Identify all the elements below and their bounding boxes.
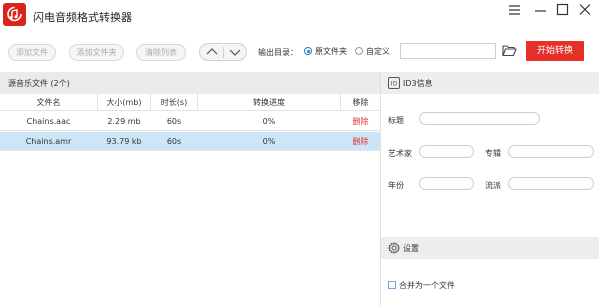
add-file-button[interactable]: 添加文件 (8, 44, 56, 61)
radio-custom[interactable] (355, 47, 363, 55)
col-remove[interactable]: 移除 (341, 94, 380, 111)
app-title: 闪电音频格式转换器 (33, 11, 132, 24)
settings-header: 设置 (381, 237, 599, 259)
divider (223, 47, 224, 58)
row-progress: 0% (262, 117, 276, 126)
merge-label[interactable]: 合并为一个文件 (399, 280, 455, 291)
col-duration[interactable]: 时长(s) (151, 94, 197, 111)
file-list-header: 源音乐文件 (2个) (0, 72, 380, 94)
row-duration: 60s (166, 117, 182, 126)
move-up-icon[interactable] (206, 47, 218, 57)
panel-divider (380, 72, 381, 306)
table-header: 文件名 大小(mb) 时长(s) 转换进度 移除 (0, 94, 380, 111)
row-filename: Chains.aac (26, 117, 71, 126)
settings-gear-icon (387, 242, 401, 254)
col-filename[interactable]: 文件名 (0, 94, 97, 111)
clear-list-button[interactable]: 清除列表 (136, 44, 186, 61)
row-duration: 60s (166, 137, 182, 146)
add-folder-button[interactable]: 添加文件夹 (69, 44, 124, 61)
id3-header: ID ID3信息 (381, 72, 599, 94)
settings-header-label: 设置 (403, 244, 419, 253)
minimize-icon[interactable] (533, 3, 549, 17)
output-dir-label: 输出目录： (258, 48, 298, 57)
row-size: 93.79 kb (106, 137, 142, 146)
row-size: 2.29 mb (107, 117, 141, 126)
col-size[interactable]: 大小(mb) (98, 94, 150, 111)
radio-source-folder-label[interactable]: 原文件夹 (315, 46, 347, 57)
id3-tag-icon: ID (388, 77, 400, 89)
col-progress[interactable]: 转换进度 (198, 94, 340, 111)
row-filename: Chains.amr (25, 137, 72, 146)
row-delete-link[interactable]: 删除 (341, 132, 380, 151)
row-progress: 0% (262, 137, 276, 146)
genre-field[interactable] (508, 177, 594, 190)
artist-label: 艺术家 (388, 149, 412, 158)
app-logo-icon (3, 3, 26, 26)
table-row[interactable]: Chains.aac 2.29 mb 60s 0% 删除 (0, 112, 380, 131)
menu-icon[interactable] (507, 3, 523, 17)
album-label: 专辑 (485, 149, 501, 158)
row-delete-link[interactable]: 删除 (341, 112, 380, 131)
id3-header-label: ID3信息 (403, 79, 433, 88)
genre-label: 流派 (485, 181, 501, 190)
merge-checkbox[interactable] (388, 281, 396, 289)
artist-field[interactable] (419, 145, 474, 158)
close-icon[interactable] (578, 3, 594, 17)
start-convert-button[interactable]: 开始转换 (526, 41, 584, 61)
year-label: 年份 (388, 181, 404, 190)
radio-custom-label[interactable]: 自定义 (366, 46, 390, 57)
output-path-input[interactable] (400, 43, 496, 59)
title-field[interactable] (419, 112, 540, 125)
title-label: 标题 (388, 116, 404, 125)
move-buttons (199, 43, 247, 61)
svg-text:ID: ID (391, 81, 398, 88)
maximize-icon[interactable] (555, 3, 571, 17)
album-field[interactable] (508, 145, 594, 158)
file-count-label: 源音乐文件 (2个) (8, 79, 70, 88)
radio-source-folder[interactable] (304, 47, 312, 55)
table-row[interactable]: Chains.amr 93.79 kb 60s 0% 删除 (0, 132, 380, 151)
title-bar: 闪电音频格式转换器 (0, 0, 599, 32)
open-folder-icon[interactable] (502, 44, 517, 57)
year-field[interactable] (419, 177, 474, 190)
move-down-icon[interactable] (229, 47, 241, 57)
